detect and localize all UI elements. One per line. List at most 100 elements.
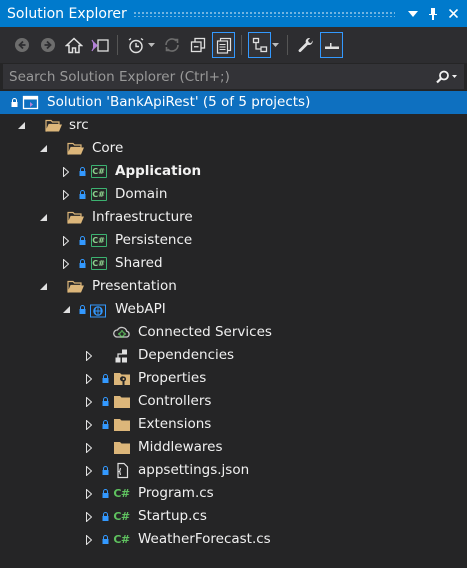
lock-icon <box>100 459 110 482</box>
tree-row-startup[interactable]: C# Startup.cs <box>0 505 467 528</box>
connected-services-icon <box>112 323 131 342</box>
tree-row-extensions[interactable]: Extensions <box>0 413 467 436</box>
expand-arrow-icon[interactable] <box>60 160 72 183</box>
tree-row-core[interactable]: Core <box>0 137 467 160</box>
tree-row-domain[interactable]: C# Domain <box>0 183 467 206</box>
tree-row-presentation[interactable]: Presentation <box>0 275 467 298</box>
csharp-project-icon: C# <box>90 188 107 201</box>
sync-icon[interactable] <box>160 32 183 58</box>
node-label: Middlewares <box>138 439 223 455</box>
tree-row-controllers[interactable]: Controllers <box>0 390 467 413</box>
drag-grip[interactable] <box>132 10 395 17</box>
dropdown-arrow-icon[interactable] <box>403 0 423 27</box>
lock-icon <box>77 298 87 321</box>
expand-arrow-icon[interactable] <box>83 482 95 505</box>
back-icon[interactable] <box>10 32 33 58</box>
lock-icon <box>100 367 110 390</box>
csharp-project-icon: C# <box>90 165 107 178</box>
search-input[interactable] <box>3 64 428 89</box>
node-label: Properties <box>138 370 207 386</box>
project-label: WebAPI <box>115 301 166 317</box>
expand-arrow-icon[interactable] <box>83 528 95 551</box>
forward-icon[interactable] <box>36 32 59 58</box>
node-label: appsettings.json <box>138 462 250 478</box>
tree-row-infraestructure[interactable]: Infraestructure <box>0 206 467 229</box>
collapse-arrow-icon[interactable] <box>37 206 49 229</box>
dependencies-icon <box>112 346 131 365</box>
lock-icon <box>100 482 110 505</box>
switch-views-icon[interactable] <box>88 32 111 58</box>
toolbar-separator <box>287 35 288 55</box>
folder-label: Presentation <box>92 278 177 294</box>
solution-icon <box>21 93 40 112</box>
window-title: Solution Explorer <box>7 5 127 22</box>
toolbar-separator <box>117 35 118 55</box>
folder-icon <box>112 392 131 411</box>
folder-open-icon <box>66 208 85 227</box>
node-label: Extensions <box>138 416 212 432</box>
csharp-file-icon: C# <box>113 510 130 523</box>
search-icon[interactable] <box>428 64 464 89</box>
home-icon[interactable] <box>62 32 85 58</box>
tree-row-program[interactable]: C# Program.cs <box>0 482 467 505</box>
lock-icon <box>77 160 87 183</box>
tree-row-dependencies[interactable]: Dependencies <box>0 344 467 367</box>
expand-arrow-icon[interactable] <box>83 413 95 436</box>
preview-selected-icon[interactable] <box>248 32 271 58</box>
folder-open-icon <box>66 277 85 296</box>
tree-row-middlewares[interactable]: Middlewares <box>0 436 467 459</box>
lock-icon <box>100 413 110 436</box>
lock-icon <box>9 91 19 114</box>
close-icon[interactable] <box>443 0 463 27</box>
toolbar-separator <box>241 35 242 55</box>
folder-label: src <box>69 117 89 133</box>
folder-icon <box>112 438 131 457</box>
json-file-icon <box>112 461 131 480</box>
collapse-arrow-icon[interactable] <box>15 114 27 137</box>
expand-arrow-icon[interactable] <box>83 344 95 367</box>
node-label: Controllers <box>138 393 212 409</box>
tree-row-shared[interactable]: C# Shared <box>0 252 467 275</box>
expand-arrow-icon[interactable] <box>83 436 95 459</box>
expand-arrow-icon[interactable] <box>60 252 72 275</box>
folder-label: Core <box>92 140 124 156</box>
expand-arrow-icon[interactable] <box>83 367 95 390</box>
folder-label: Infraestructure <box>92 209 193 225</box>
collapse-arrow-icon[interactable] <box>37 275 49 298</box>
tree-row-persistence[interactable]: C# Persistence <box>0 229 467 252</box>
collapse-all-icon[interactable] <box>186 32 209 58</box>
solution-tree: Solution 'BankApiRest' (5 of 5 projects)… <box>0 91 467 551</box>
title-bar[interactable]: Solution Explorer <box>0 0 467 27</box>
pending-changes-filter-icon[interactable] <box>124 32 147 58</box>
folder-open-icon <box>44 116 63 135</box>
csharp-project-icon: C# <box>90 257 107 270</box>
tree-row-connected-services[interactable]: Connected Services <box>0 321 467 344</box>
filter-dropdown-icon[interactable] <box>147 32 156 58</box>
lock-icon <box>77 183 87 206</box>
tree-row-application[interactable]: C# Application <box>0 160 467 183</box>
tree-row-solution[interactable]: Solution 'BankApiRest' (5 of 5 projects) <box>0 91 467 114</box>
expand-arrow-icon[interactable] <box>60 183 72 206</box>
expand-arrow-icon[interactable] <box>83 459 95 482</box>
node-label: Startup.cs <box>138 508 207 524</box>
pin-icon[interactable] <box>423 0 443 27</box>
tree-row-src[interactable]: src <box>0 114 467 137</box>
collapse-arrow-icon[interactable] <box>37 137 49 160</box>
lock-icon <box>100 390 110 413</box>
collapse-arrow-icon[interactable] <box>60 298 72 321</box>
csharp-file-icon: C# <box>113 487 130 500</box>
preview-icon[interactable] <box>320 32 343 58</box>
tree-row-appsettings[interactable]: appsettings.json <box>0 459 467 482</box>
lock-icon <box>100 528 110 551</box>
search-box <box>3 64 464 89</box>
expand-arrow-icon[interactable] <box>60 229 72 252</box>
tree-row-webapi[interactable]: WebAPI <box>0 298 467 321</box>
expand-arrow-icon[interactable] <box>83 505 95 528</box>
preview-dropdown-icon[interactable] <box>271 32 280 58</box>
show-all-files-icon[interactable] <box>212 32 235 58</box>
expand-arrow-icon[interactable] <box>83 390 95 413</box>
properties-icon[interactable] <box>294 32 317 58</box>
lock-icon <box>100 505 110 528</box>
tree-row-weatherforecast[interactable]: C# WeatherForecast.cs <box>0 528 467 551</box>
tree-row-properties[interactable]: Properties <box>0 367 467 390</box>
